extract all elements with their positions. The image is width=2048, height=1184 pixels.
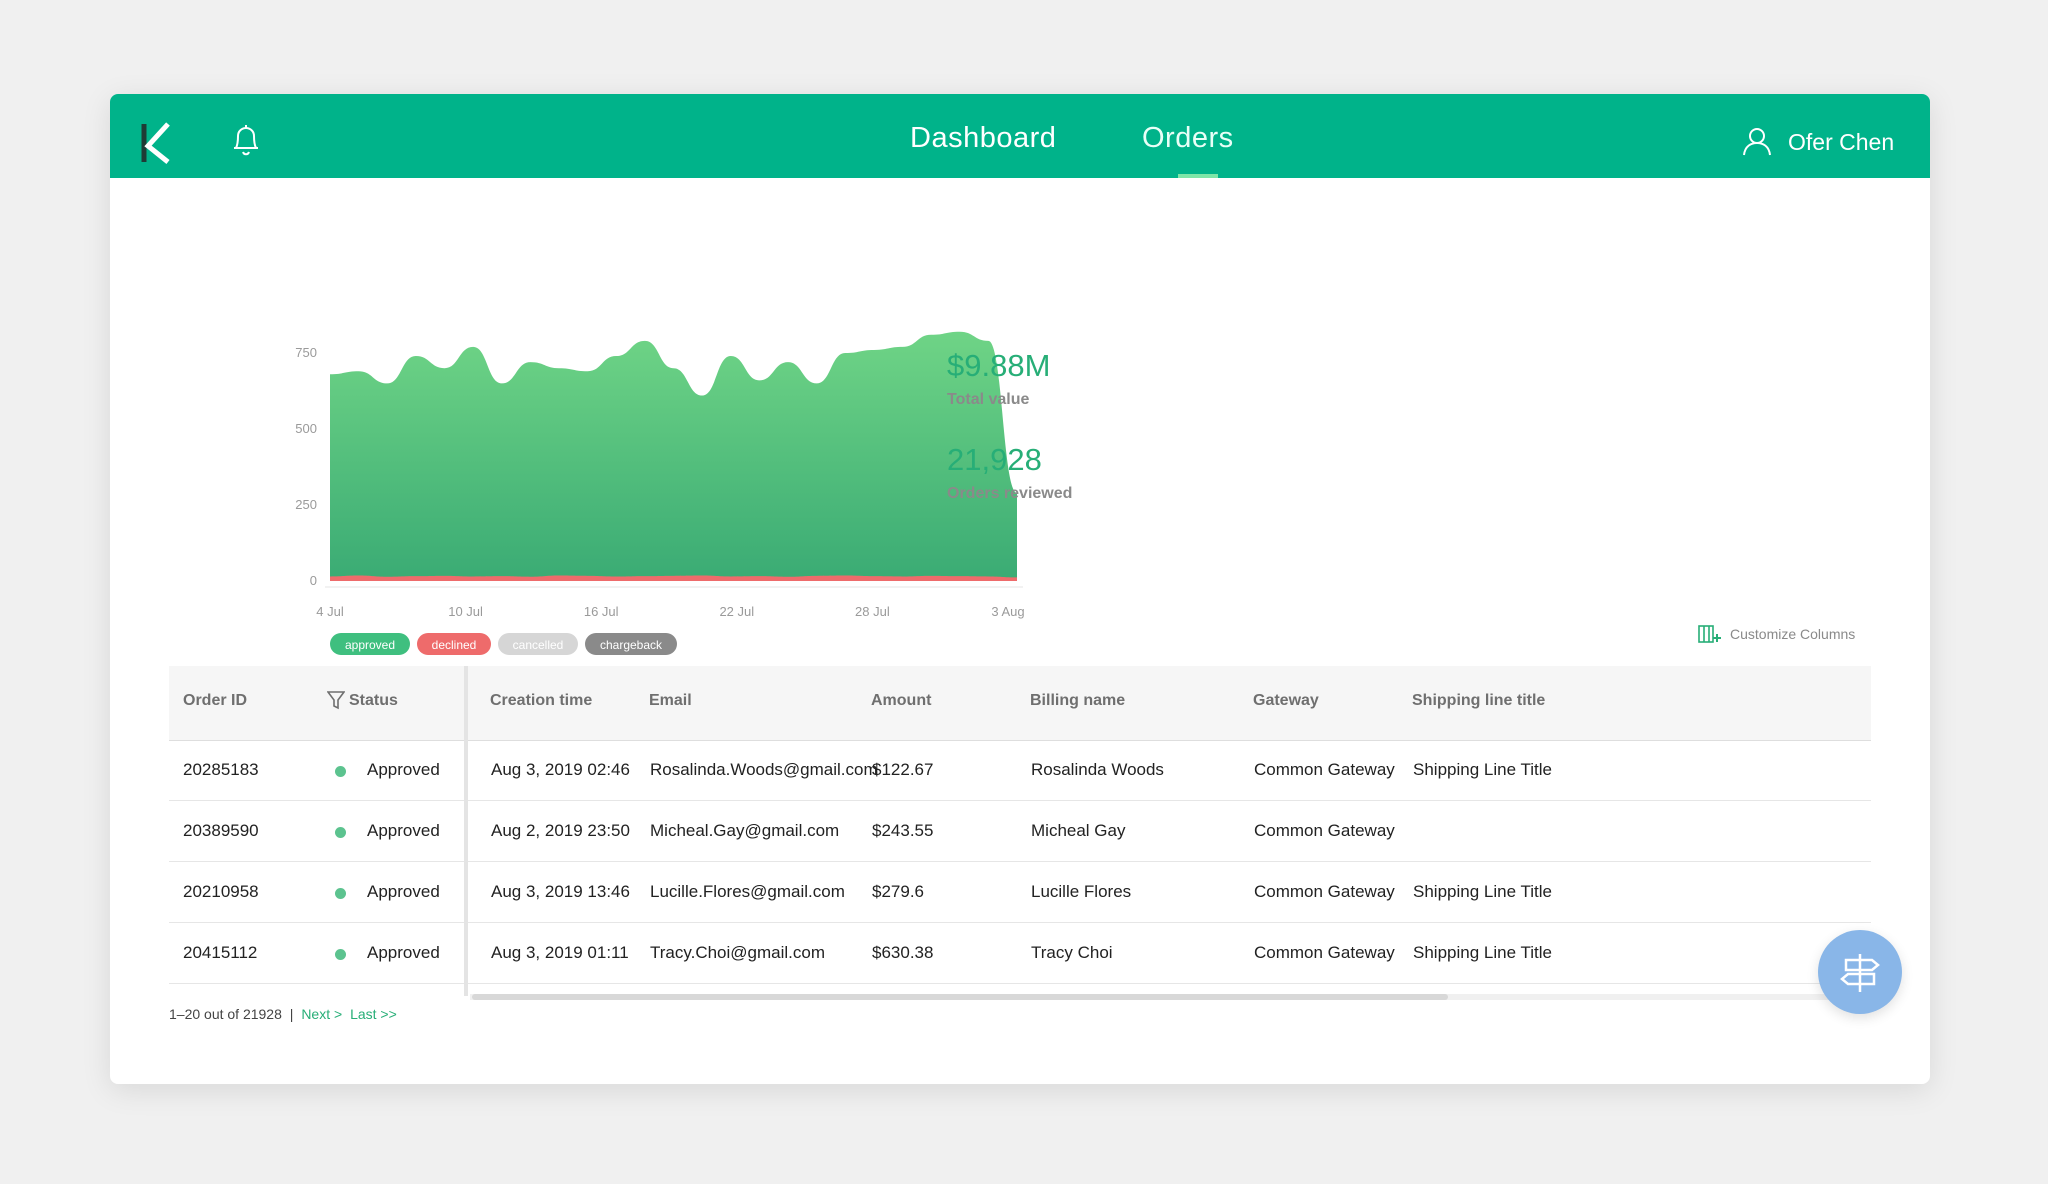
x-tick-label: 22 Jul [719, 604, 754, 619]
cell-created: Aug 3, 2019 02:46 [491, 760, 630, 779]
cell-email[interactable]: Rosalinda.Woods@gmail.com [650, 760, 878, 780]
customize-columns-button[interactable]: Customize Columns [1698, 624, 1855, 644]
cell-amount: $243.55 [872, 821, 934, 840]
series-approved-area [330, 331, 1017, 581]
user-name[interactable]: Ofer Chen [1788, 129, 1894, 156]
cell-status: Approved [367, 821, 440, 840]
cell-order-id: 20285183 [183, 760, 259, 779]
cell-email[interactable]: Tracy.Choi@gmail.com [650, 943, 825, 963]
customize-columns-icon [1698, 625, 1721, 643]
table-row[interactable]: 20389590 Approved Aug 2, 2019 23:50 Micheal… [169, 801, 1871, 862]
horizontal-scrollbar-thumb[interactable] [472, 994, 1448, 1000]
y-tick-label: 750 [295, 345, 317, 360]
guide-fab-button[interactable] [1818, 930, 1902, 1014]
table-header: Order ID Status Creation time Email Amou… [169, 666, 1871, 741]
orders-reviewed-label: Orders reviewed [947, 485, 1073, 502]
column-header-order-id[interactable]: Order ID [183, 692, 247, 710]
pagination: 1–20 out of 21928 | Next > Last >> [169, 1006, 397, 1022]
column-header-shipping-line-title[interactable]: Shipping line title [1412, 692, 1545, 710]
y-tick-label: 250 [295, 497, 317, 512]
total-value: $9.88M [947, 348, 1051, 383]
legend-label: chargeback [600, 638, 663, 652]
cell-billing: Micheal Gay [1031, 821, 1126, 840]
x-tick-label: 3 Aug [991, 604, 1024, 619]
legend-label: approved [345, 638, 395, 652]
x-tick-label: 16 Jul [584, 604, 619, 619]
user-icon[interactable] [1742, 126, 1772, 156]
x-tick-label: 28 Jul [855, 604, 890, 619]
column-header-email[interactable]: Email [649, 692, 692, 710]
tab-dashboard[interactable]: Dashboard [910, 122, 1056, 155]
orders-reviewed-value: 21,928 [947, 442, 1042, 477]
app-window: Dashboard Orders Ofer Chen 750 500 250 0 4 J… [110, 94, 1930, 1084]
status-dot [335, 766, 346, 777]
status-dot [335, 949, 346, 960]
cell-order-id: 20415112 [183, 943, 258, 962]
top-navigation-bar: Dashboard Orders Ofer Chen [110, 94, 1930, 178]
y-tick-label: 500 [295, 421, 317, 436]
series-declined-area [330, 575, 1017, 581]
status-dot [335, 888, 346, 899]
cell-order-id: 20210958 [183, 882, 259, 901]
notifications-bell-icon[interactable] [230, 124, 262, 158]
cell-shipping: Shipping Line Title [1413, 760, 1552, 779]
column-header-amount[interactable]: Amount [871, 692, 931, 710]
column-header-creation-time[interactable]: Creation time [490, 692, 592, 710]
legend-label: declined [432, 638, 477, 652]
pagination-next-link[interactable]: Next > [301, 1006, 342, 1022]
cell-billing: Lucille Flores [1031, 882, 1132, 901]
cell-amount: $279.6 [872, 882, 924, 901]
signpost-icon [1840, 954, 1880, 992]
legend-item-chargeback[interactable]: chargeback [585, 633, 677, 655]
cell-gateway: Common Gateway [1254, 760, 1395, 779]
column-header-gateway[interactable]: Gateway [1253, 692, 1319, 710]
cell-gateway: Common Gateway [1254, 882, 1395, 901]
active-tab-indicator [1178, 174, 1218, 178]
cell-email[interactable]: Micheal.Gay@gmail.com [650, 821, 839, 841]
filter-icon[interactable] [327, 690, 345, 710]
cell-billing: Rosalinda Woods [1031, 760, 1164, 779]
cell-amount: $630.38 [872, 943, 934, 962]
x-tick-label: 4 Jul [316, 604, 344, 619]
legend-label: cancelled [513, 638, 564, 652]
cell-billing: Tracy Choi [1031, 943, 1113, 962]
column-header-status[interactable]: Status [349, 692, 398, 710]
cell-gateway: Common Gateway [1254, 821, 1395, 840]
legend-item-approved[interactable]: approved [330, 633, 410, 655]
pagination-last-link[interactable]: Last >> [350, 1006, 397, 1022]
legend-item-declined[interactable]: declined [417, 633, 491, 655]
cell-status: Approved [367, 882, 440, 901]
customize-columns-label: Customize Columns [1730, 626, 1856, 642]
cell-created: Aug 3, 2019 13:46 [491, 882, 630, 901]
x-tick-label: 10 Jul [448, 604, 483, 619]
cell-status: Approved [367, 760, 440, 779]
cell-email[interactable]: Lucille.Flores@gmail.com [650, 882, 845, 902]
cell-created: Aug 2, 2019 23:50 [491, 821, 630, 840]
tab-orders[interactable]: Orders [1142, 122, 1234, 155]
cell-amount: $122.67 [872, 760, 934, 779]
legend-item-cancelled[interactable]: cancelled [498, 633, 578, 655]
table-row[interactable]: 20415112 Approved Aug 3, 2019 01:11 Tracy.C… [169, 923, 1871, 984]
pagination-separator: | [289, 1006, 294, 1022]
frozen-column-divider [464, 666, 468, 996]
cell-order-id: 20389590 [183, 821, 259, 840]
orders-area-chart: 750 500 250 0 4 Jul 10 Jul 16 Jul 22 Jul 28 Jul 3… [295, 331, 1025, 655]
cell-created: Aug 3, 2019 01:11 [491, 943, 629, 962]
logo-icon[interactable] [138, 122, 174, 164]
y-tick-label: 0 [310, 573, 317, 588]
cell-status: Approved [367, 943, 440, 962]
pagination-range: 1–20 out of 21928 [169, 1006, 282, 1022]
table-row[interactable]: 20210958 Approved Aug 3, 2019 13:46 Lucille… [169, 862, 1871, 923]
cell-shipping: Shipping Line Title [1413, 882, 1552, 901]
total-value-label: Total value [947, 391, 1030, 408]
status-dot [335, 827, 346, 838]
table-row[interactable]: 20285183 Approved Aug 3, 2019 02:46 Rosalin… [169, 740, 1871, 801]
column-header-billing-name[interactable]: Billing name [1030, 692, 1125, 710]
cell-gateway: Common Gateway [1254, 943, 1395, 962]
cell-shipping: Shipping Line Title [1413, 943, 1552, 962]
